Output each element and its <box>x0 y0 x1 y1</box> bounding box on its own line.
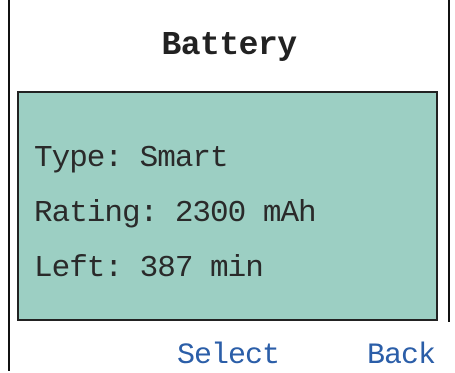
battery-info-panel: Type: Smart Rating: 2300 mAh Left: 387 m… <box>17 91 438 321</box>
select-softkey[interactable]: Select <box>177 339 280 373</box>
battery-type-text: Type: Smart <box>34 141 229 176</box>
battery-rating-text: Rating: 2300 mAh <box>34 196 317 231</box>
back-softkey[interactable]: Back <box>367 339 436 373</box>
screen-frame-right <box>448 0 450 322</box>
page-title: Battery <box>161 27 297 64</box>
battery-time-left-text: Left: 387 min <box>34 251 264 286</box>
